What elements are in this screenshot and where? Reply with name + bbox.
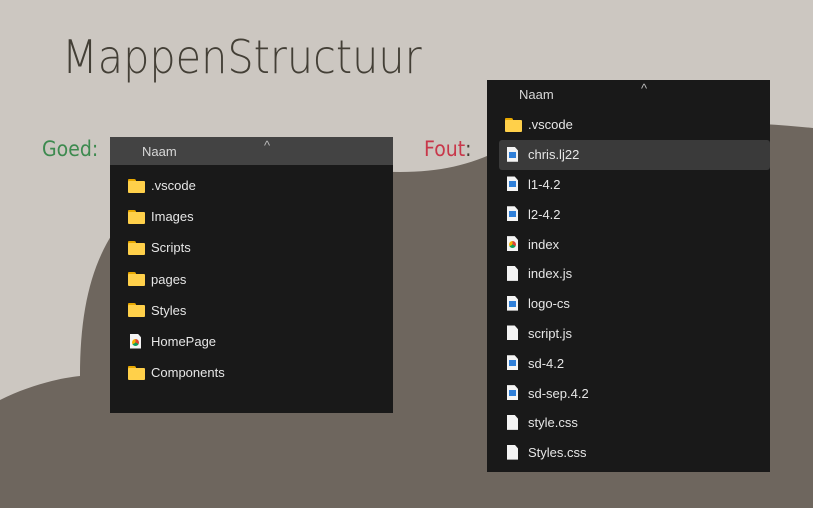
image-file-icon — [504, 296, 524, 312]
list-item[interactable]: Styles.css — [487, 438, 770, 468]
item-name: Images — [151, 209, 194, 225]
folder-icon — [127, 209, 147, 225]
item-name: l1-4.2 — [528, 176, 561, 192]
file-icon — [504, 266, 524, 282]
bad-folder-panel: ^ Naam .vscode chris.lj22 l1-4.2 l2-4.2 index… — [487, 80, 770, 472]
item-name: .vscode — [528, 117, 573, 133]
item-name: chris.lj22 — [528, 147, 580, 163]
list-item[interactable]: sd-4.2 — [487, 348, 770, 378]
list-item[interactable]: .vscode — [487, 110, 770, 140]
image-file-icon — [504, 385, 524, 401]
folder-icon — [127, 178, 147, 194]
column-header-name[interactable]: ^ Naam — [110, 137, 393, 165]
item-name: logo-cs — [528, 296, 570, 312]
list-item[interactable]: script.js — [487, 319, 770, 349]
list-item[interactable]: l1-4.2 — [487, 170, 770, 200]
column-header-name[interactable]: ^ Naam — [487, 80, 770, 108]
bad-label: Fout: — [424, 137, 472, 161]
list-item[interactable]: chris.lj22 — [499, 139, 770, 170]
list-item[interactable]: index.js — [487, 259, 770, 289]
list-item[interactable]: sd-sep.4.2 — [487, 378, 770, 408]
list-item[interactable]: index — [487, 229, 770, 259]
list-item[interactable]: .vscode — [110, 170, 393, 201]
good-folder-panel: ^ Naam .vscode Images Scripts pages Styles Hom… — [110, 137, 393, 413]
chrome-file-icon — [127, 334, 147, 350]
item-name: .vscode — [151, 178, 196, 194]
folder-icon — [127, 240, 147, 256]
file-icon — [504, 415, 524, 431]
item-name: style.css — [528, 415, 578, 431]
image-file-icon — [504, 206, 524, 222]
image-file-icon — [504, 147, 524, 163]
list-item[interactable]: pages — [110, 264, 393, 295]
image-file-icon — [504, 355, 524, 371]
item-name: sd-sep.4.2 — [528, 385, 589, 401]
list-item[interactable]: Components — [110, 357, 393, 388]
folder-icon — [127, 271, 147, 287]
chrome-file-icon — [504, 236, 524, 252]
list-item[interactable]: Styles — [110, 295, 393, 326]
folder-icon — [504, 117, 524, 133]
item-name: l2-4.2 — [528, 206, 561, 222]
slide-title: MappenStructuur — [62, 30, 422, 84]
list-item[interactable]: style.css — [487, 408, 770, 438]
item-name: Scripts — [151, 240, 191, 256]
item-name: Styles.css — [528, 445, 587, 461]
list-item[interactable]: logo-cs — [487, 289, 770, 319]
list-item[interactable]: Images — [110, 201, 393, 232]
item-name: HomePage — [151, 334, 217, 350]
file-icon — [504, 445, 524, 461]
folder-icon — [127, 365, 147, 381]
item-name: script.js — [528, 325, 573, 341]
sort-caret-icon: ^ — [264, 138, 271, 153]
item-name: sd-4.2 — [528, 355, 565, 371]
file-icon — [504, 325, 524, 341]
image-file-icon — [504, 176, 524, 192]
list-item[interactable]: HomePage — [110, 326, 393, 357]
item-name: Components — [151, 365, 225, 381]
good-label: Goed: — [42, 137, 99, 161]
list-item[interactable]: l2-4.2 — [487, 199, 770, 229]
list-item[interactable]: Scripts — [110, 232, 393, 263]
item-name: Styles — [151, 302, 187, 318]
sort-caret-icon: ^ — [641, 81, 648, 96]
item-name: index — [528, 236, 560, 252]
item-name: pages — [151, 271, 187, 287]
item-name: index.js — [528, 266, 573, 282]
folder-icon — [127, 302, 147, 318]
